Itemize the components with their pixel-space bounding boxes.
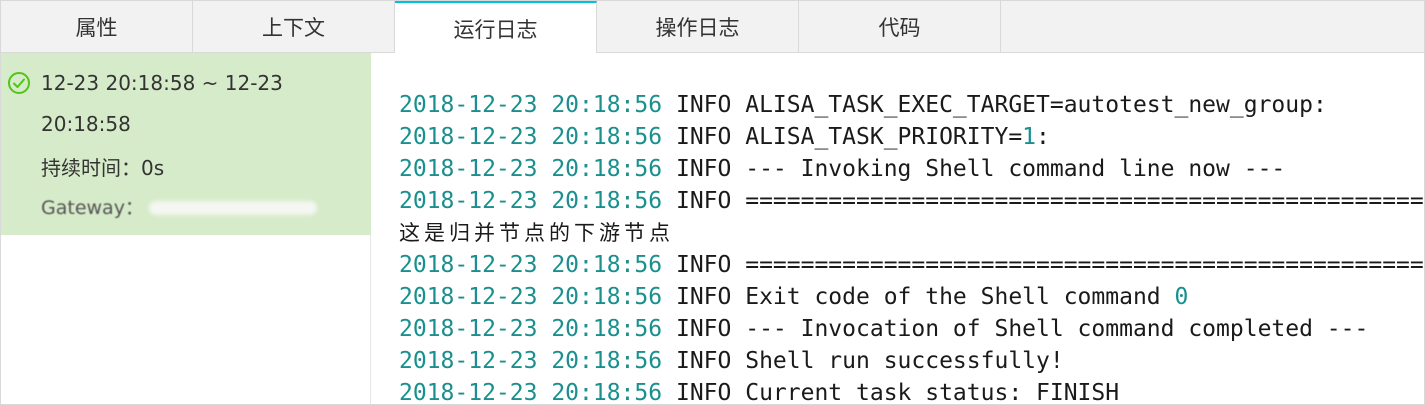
log-line: 2018-12-23 20:18:56 INFO ===============…	[399, 249, 1424, 281]
tab-context[interactable]: 上下文	[193, 1, 395, 53]
log-message-suffix: :	[1036, 124, 1050, 150]
log-message: Shell run successfully!	[745, 348, 1064, 374]
log-line: 2018-12-23 20:18:56 INFO ALISA_TASK_PRIO…	[399, 121, 1050, 153]
log-timestamp: 2018-12-23 20:18:56	[399, 124, 663, 150]
log-timestamp: 2018-12-23 20:18:56	[399, 284, 663, 310]
tab-run-log[interactable]: 运行日志	[395, 1, 597, 54]
tab-code[interactable]: 代码	[799, 1, 1001, 53]
log-level: INFO	[675, 188, 732, 214]
log-timestamp: 2018-12-23 20:18:56	[399, 380, 663, 405]
log-message: ALISA_TASK_EXEC_TARGET=autotest_new_grou…	[745, 92, 1327, 118]
log-message: --- Invoking Shell command line now ---	[745, 156, 1286, 182]
log-line: 2018-12-23 20:18:56 INFO ALISA_TASK_EXEC…	[399, 89, 1327, 121]
log-separator: ========================================…	[745, 188, 1424, 214]
log-level: INFO	[675, 124, 732, 150]
run-duration: 持续时间：0s	[41, 156, 165, 180]
log-timestamp: 2018-12-23 20:18:56	[399, 92, 663, 118]
log-line: 2018-12-23 20:18:56 INFO ===============…	[399, 185, 1424, 217]
log-separator: ========================================…	[745, 252, 1424, 278]
log-message: Current task status: FINISH	[745, 380, 1120, 405]
log-level: INFO	[675, 380, 732, 405]
log-level: INFO	[675, 348, 732, 374]
log-line: 2018-12-23 20:18:56 INFO --- Invoking Sh…	[399, 153, 1285, 185]
log-line: 2018-12-23 20:18:56 INFO Exit code of th…	[399, 281, 1188, 313]
run-instance-item[interactable]: 12-23 20:18:58 ~ 12-23 20:18:58 持续时间：0s …	[1, 53, 371, 235]
log-panel-window: 属性 上下文 运行日志 操作日志 代码 12-23 20:18:58 ~ 12-…	[0, 0, 1425, 405]
log-message: --- Invocation of Shell command complete…	[745, 316, 1369, 342]
run-time-range: 12-23 20:18:58 ~ 12-23	[41, 71, 283, 95]
run-gateway-label: Gateway：	[41, 197, 144, 219]
log-message: ALISA_TASK_PRIORITY=	[745, 124, 1023, 150]
log-line: 2018-12-23 20:18:56 INFO Shell run succe…	[399, 345, 1064, 377]
log-level: INFO	[675, 156, 732, 182]
run-time-range-end: 20:18:58	[41, 112, 131, 136]
tab-properties[interactable]: 属性	[1, 1, 193, 53]
log-number: 1	[1022, 124, 1037, 150]
log-line-output: 这是归并节点的下游节点	[399, 217, 674, 249]
log-timestamp: 2018-12-23 20:18:56	[399, 252, 663, 278]
run-log-output: 2018-12-23 20:18:56 INFO ALISA_TASK_ID=T…	[389, 53, 1424, 405]
log-level: INFO	[675, 284, 732, 310]
run-history-list: 12-23 20:18:58 ~ 12-23 20:18:58 持续时间：0s …	[1, 53, 371, 404]
log-line: 2018-12-23 20:18:56 INFO Current task st…	[399, 377, 1120, 405]
log-message: Exit code of the Shell command	[745, 284, 1175, 310]
log-script-output: 这是归并节点的下游节点	[399, 221, 674, 245]
log-timestamp: 2018-12-23 20:18:56	[399, 156, 663, 182]
log-level: INFO	[675, 316, 732, 342]
log-timestamp: 2018-12-23 20:18:56	[399, 348, 663, 374]
log-timestamp: 2018-12-23 20:18:56	[399, 316, 663, 342]
tab-operation-log[interactable]: 操作日志	[597, 1, 799, 53]
gateway-redacted-value	[149, 201, 317, 215]
tab-bar: 属性 上下文 运行日志 操作日志 代码	[1, 1, 1424, 54]
log-line-partial: 2018-12-23 20:18:56 INFO ALISA_TASK_ID=T…	[399, 69, 1216, 87]
log-line: 2018-12-23 20:18:56 INFO --- Invocation …	[399, 313, 1368, 345]
log-level: INFO	[675, 252, 732, 278]
check-circle-icon	[8, 72, 30, 94]
log-exit-code: 0	[1174, 284, 1189, 310]
log-timestamp: 2018-12-23 20:18:56	[399, 188, 663, 214]
log-level: INFO	[675, 92, 732, 118]
